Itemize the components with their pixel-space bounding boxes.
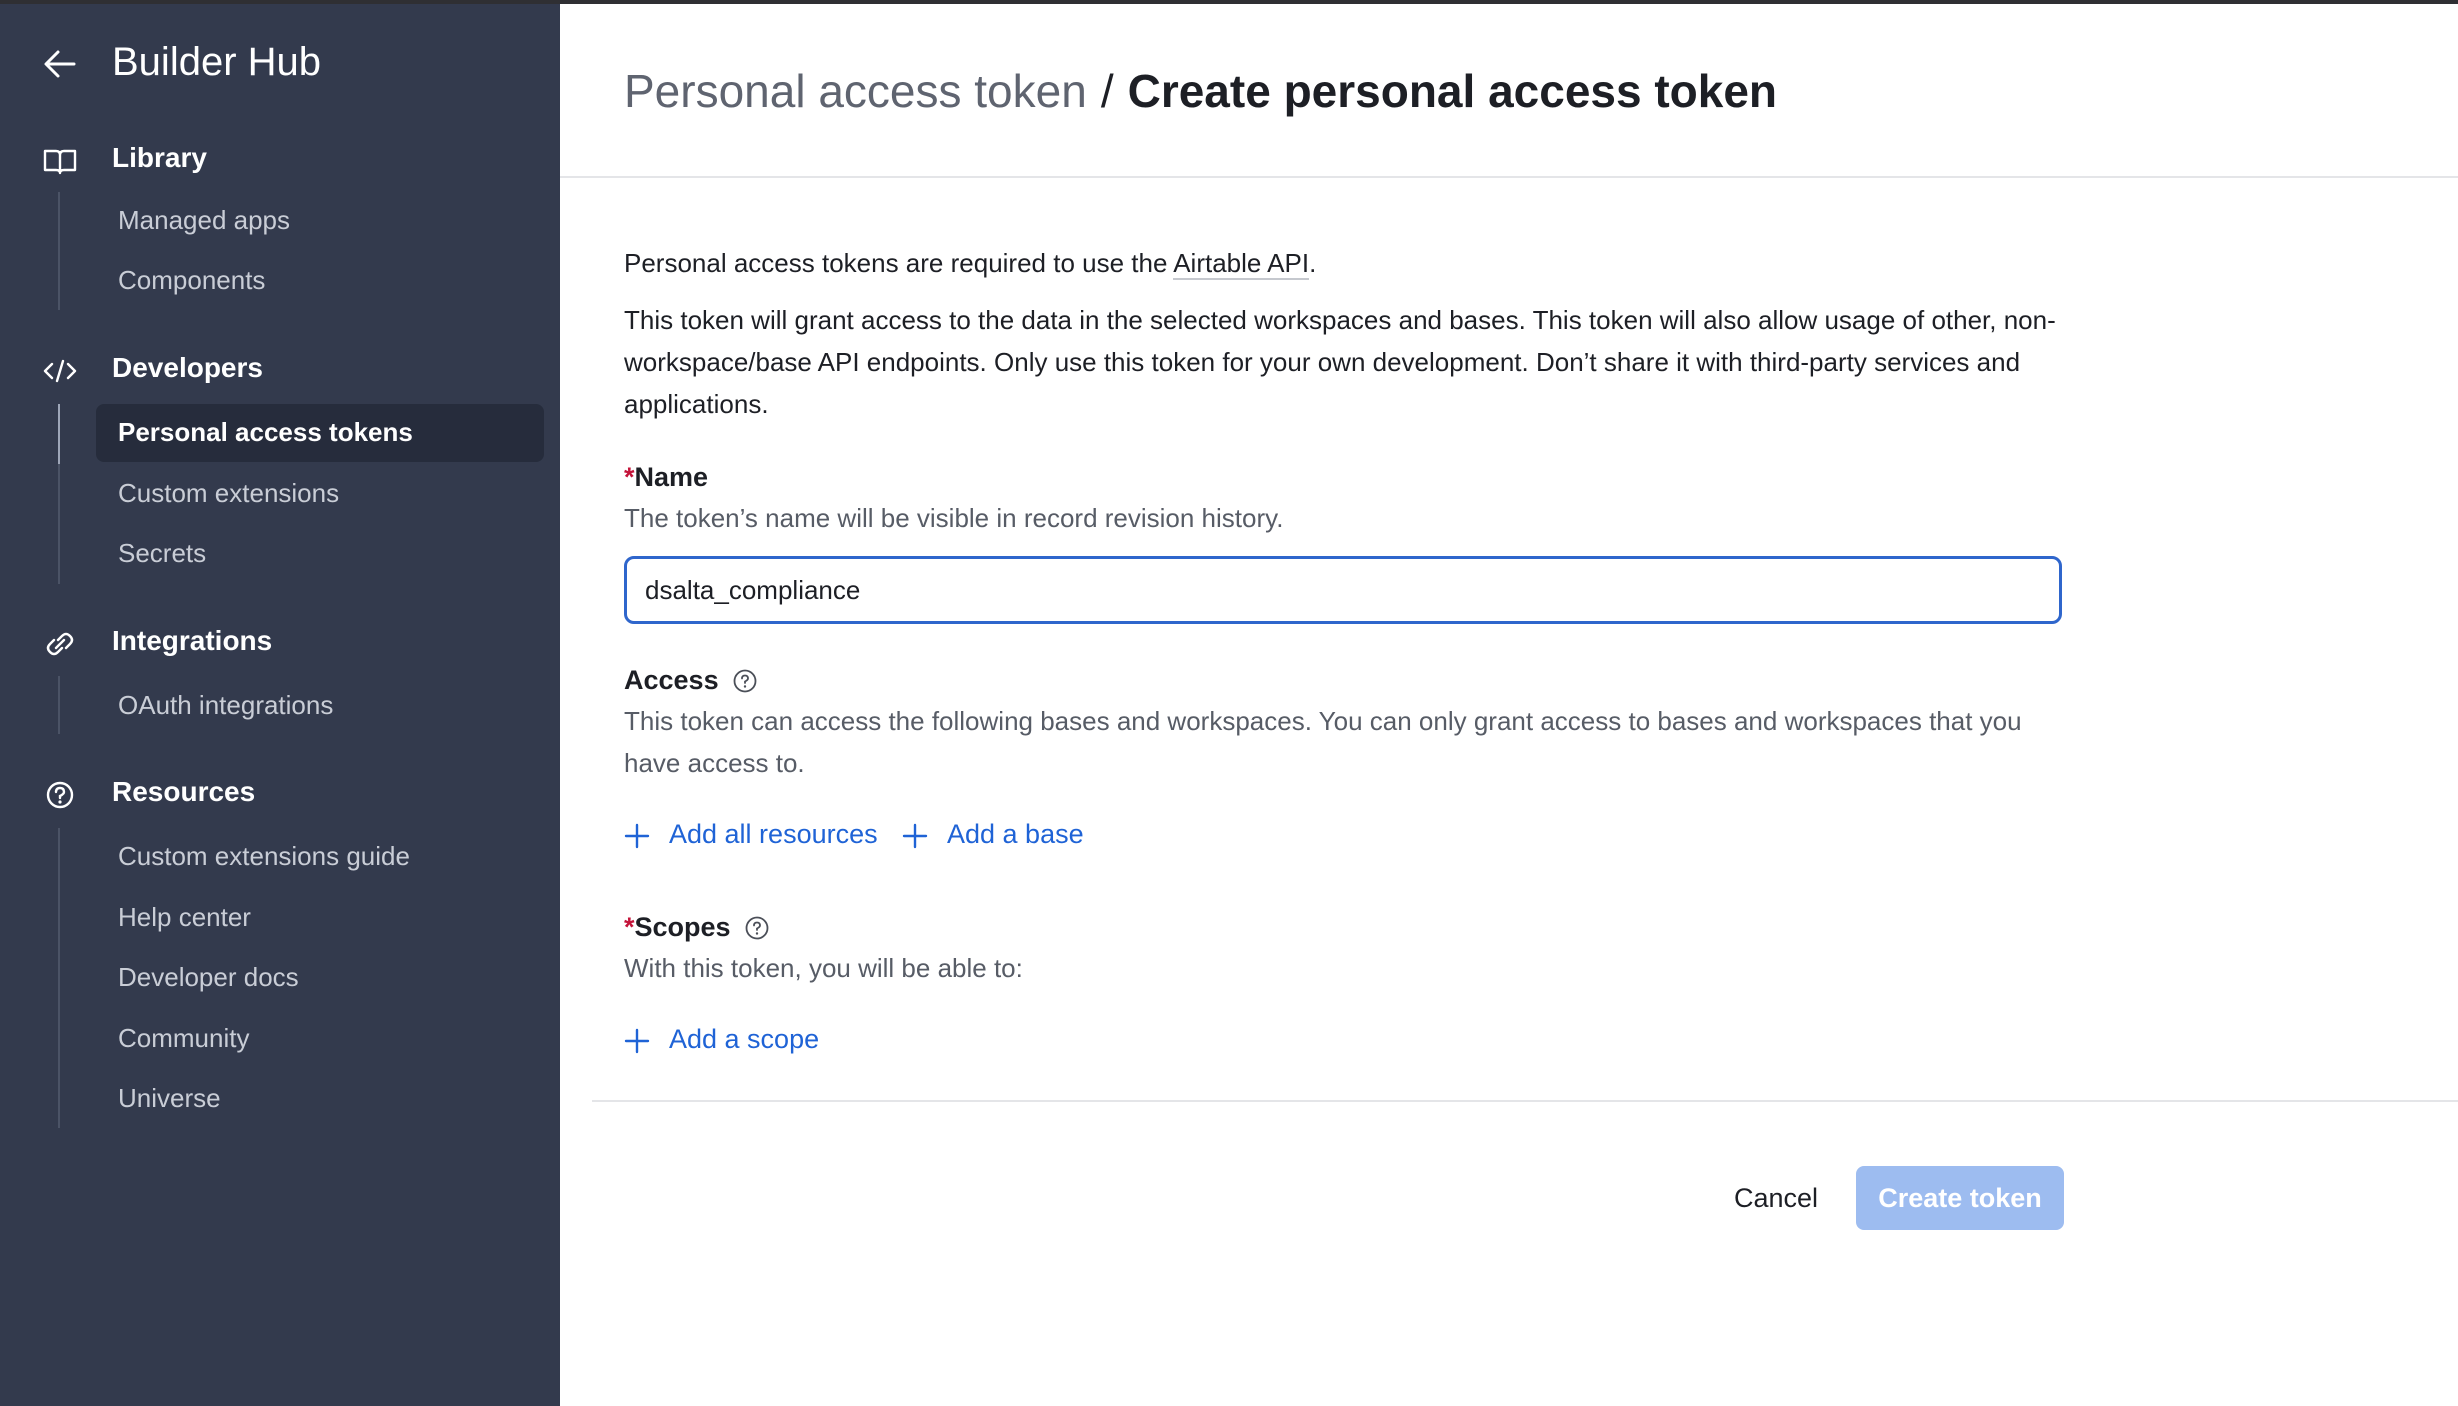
- add-base-button[interactable]: Add a base: [902, 815, 1112, 855]
- integrations-tree-line: [58, 676, 60, 734]
- page-title: Create personal access token: [1127, 65, 1778, 117]
- cancel-label: Cancel: [1734, 1183, 1819, 1213]
- sidebar-item-label: Developer docs: [118, 962, 299, 992]
- intro-text-end: .: [1309, 248, 1317, 278]
- access-help: This token can access the following base…: [624, 706, 2022, 778]
- required-marker: *: [624, 912, 635, 942]
- plus-icon: [902, 823, 928, 849]
- section-library-label: Library: [112, 142, 207, 173]
- plus-icon: [624, 823, 650, 849]
- book-open-icon: [43, 149, 77, 175]
- sidebar-header: Builder Hub: [0, 32, 560, 96]
- create-token-button[interactable]: Create token: [1856, 1166, 2064, 1230]
- section-developers-label: Developers: [112, 352, 263, 383]
- sidebar-item-label: Custom extensions guide: [118, 841, 410, 871]
- link-icon: [46, 632, 74, 656]
- create-token-label: Create token: [1878, 1183, 2042, 1213]
- header-divider: [560, 176, 2458, 178]
- developers-tree-line: [58, 464, 60, 584]
- section-integrations: Integrations: [0, 619, 560, 667]
- scopes-label-text: Scopes: [634, 912, 731, 942]
- sidebar-item-label: Community: [118, 1023, 250, 1053]
- sidebar-item-label: Personal access tokens: [118, 417, 413, 447]
- sidebar: Builder Hub Library Managed apps Compone…: [0, 0, 560, 1406]
- library-tree-line: [58, 192, 60, 310]
- arrow-left-icon: [44, 50, 76, 78]
- token-name-input[interactable]: [624, 556, 2062, 624]
- breadcrumb: Personal access token / Create personal ac…: [624, 64, 1777, 118]
- sidebar-item-secrets[interactable]: Secrets: [96, 525, 544, 583]
- sidebar-item-label: Managed apps: [118, 205, 291, 235]
- resources-tree-line: [58, 828, 60, 1128]
- sidebar-item-label: Components: [118, 265, 266, 295]
- access-label-text: Access: [624, 665, 719, 695]
- sidebar-item-developer-docs[interactable]: Developer docs: [96, 949, 544, 1007]
- sidebar-item-label: Secrets: [118, 538, 207, 568]
- question-circle-icon[interactable]: [733, 669, 757, 693]
- name-field-help: The token’s name will be visible in reco…: [624, 503, 1284, 533]
- sidebar-item-custom-extensions[interactable]: Custom extensions: [96, 465, 544, 523]
- section-resources: Resources: [0, 770, 560, 818]
- add-base-label: Add a base: [947, 819, 1084, 849]
- breadcrumb-parent[interactable]: Personal access token: [624, 65, 1087, 117]
- add-scope-button[interactable]: Add a scope: [624, 1020, 854, 1060]
- add-all-resources-label: Add all resources: [669, 819, 878, 849]
- name-label-text: Name: [634, 462, 709, 492]
- window-top-border: [0, 0, 2458, 4]
- name-field-label: *Name: [624, 462, 708, 493]
- required-marker: *: [624, 462, 635, 492]
- sidebar-item-custom-extensions-guide[interactable]: Custom extensions guide: [96, 828, 544, 886]
- sidebar-item-universe[interactable]: Universe: [96, 1070, 544, 1128]
- sidebar-item-oauth-integrations[interactable]: OAuth integrations: [96, 677, 544, 735]
- sidebar-item-label: Help center: [118, 902, 251, 932]
- main-content: Personal access token / Create personal ac…: [560, 0, 2458, 1406]
- cancel-button[interactable]: Cancel: [1710, 1166, 1850, 1230]
- sidebar-item-components[interactable]: Components: [96, 252, 544, 310]
- plus-icon: [624, 1028, 650, 1054]
- section-resources-label: Resources: [112, 776, 256, 807]
- back-button[interactable]: [40, 44, 80, 84]
- breadcrumb-separator: /: [1100, 65, 1114, 117]
- sidebar-item-community[interactable]: Community: [96, 1010, 544, 1068]
- question-circle-icon[interactable]: [745, 916, 769, 940]
- developers-tree-line-active: [58, 404, 60, 464]
- airtable-api-link[interactable]: Airtable API: [1173, 248, 1310, 280]
- sidebar-item-label: OAuth integrations: [118, 690, 334, 720]
- sidebar-item-help-center[interactable]: Help center: [96, 889, 544, 947]
- sidebar-item-label: Custom extensions: [118, 478, 340, 508]
- intro-api-line: Personal access tokens are required to u…: [624, 242, 2004, 284]
- sidebar-title: Builder Hub: [112, 40, 322, 84]
- scopes-help: With this token, you will be able to:: [624, 953, 1023, 983]
- sidebar-item-personal-access-tokens[interactable]: Personal access tokens: [96, 404, 544, 462]
- help-circle-icon: [46, 781, 74, 809]
- sidebar-item-managed-apps[interactable]: Managed apps: [96, 192, 544, 250]
- scopes-label: *Scopes: [624, 912, 769, 943]
- code-icon: [43, 359, 77, 383]
- section-developers: Developers: [0, 346, 560, 394]
- add-scope-label: Add a scope: [669, 1024, 820, 1054]
- intro-paragraph: This token will grant access to the data…: [624, 305, 2056, 419]
- sidebar-item-label: Universe: [118, 1083, 221, 1113]
- section-library: Library: [0, 136, 560, 184]
- access-label: Access: [624, 665, 757, 696]
- intro-text: Personal access tokens are required to u…: [624, 248, 1174, 278]
- section-integrations-label: Integrations: [112, 625, 273, 656]
- footer-divider: [592, 1100, 2458, 1102]
